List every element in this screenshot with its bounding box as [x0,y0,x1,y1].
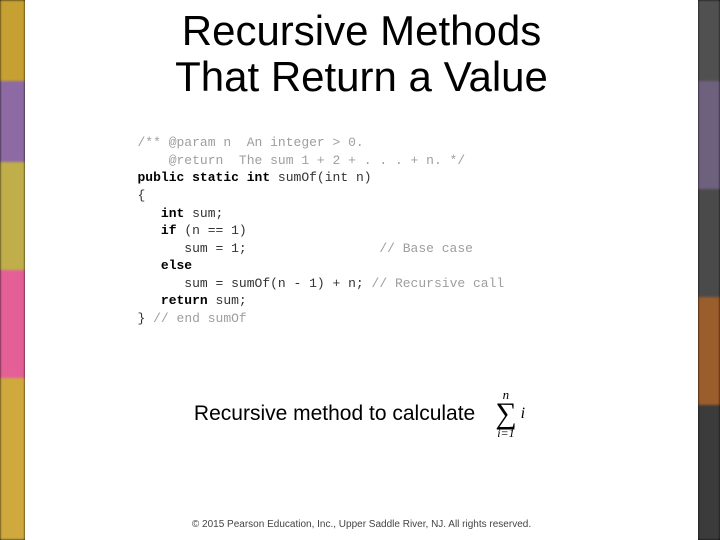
code-comment: /** @param n An integer > 0. [138,135,364,150]
code-text: sum = sumOf(n - 1) + n; [138,276,364,291]
caption-row: Recursive method to calculate n ∑ i=1 i [194,386,529,441]
code-comment: // end sumOf [145,311,246,326]
title-line-1: Recursive Methods [182,7,541,54]
slide-body: Recursive Methods That Return a Value /*… [25,0,698,540]
summation-formula: n ∑ i=1 i [491,386,529,441]
code-keyword: return [138,293,208,308]
slide-title: Recursive Methods That Return a Value [175,8,548,100]
formula-summand: i [521,406,525,422]
code-comment: // Recursive call [364,276,504,291]
code-text: sum; [184,206,223,221]
sigma-symbol: ∑ [495,399,516,429]
code-keyword: else [138,258,193,273]
code-text: sum; [208,293,247,308]
title-line-2: That Return a Value [175,53,548,100]
formula-lower-limit: i=1 [495,427,516,439]
decorative-stripe-left [0,0,25,540]
sigma-stack: n ∑ i=1 [495,388,516,439]
code-text: (n == 1) [177,223,247,238]
code-comment: @return The sum 1 + 2 + . . . + n. */ [138,153,466,168]
code-keyword: int [138,206,185,221]
formula-row: n ∑ i=1 i [495,388,525,439]
code-keyword: if [138,223,177,238]
code-text: { [138,188,146,203]
code-text: sumOf(int n) [270,170,371,185]
caption-text: Recursive method to calculate [194,402,475,426]
code-keyword: public static int [138,170,271,185]
code-comment: // Base case [247,241,473,256]
code-snippet: /** @param n An integer > 0. @return The… [132,130,592,331]
decorative-stripe-right [698,0,720,540]
code-text: sum = 1; [138,241,247,256]
copyright-notice: © 2015 Pearson Education, Inc., Upper Sa… [25,519,698,530]
